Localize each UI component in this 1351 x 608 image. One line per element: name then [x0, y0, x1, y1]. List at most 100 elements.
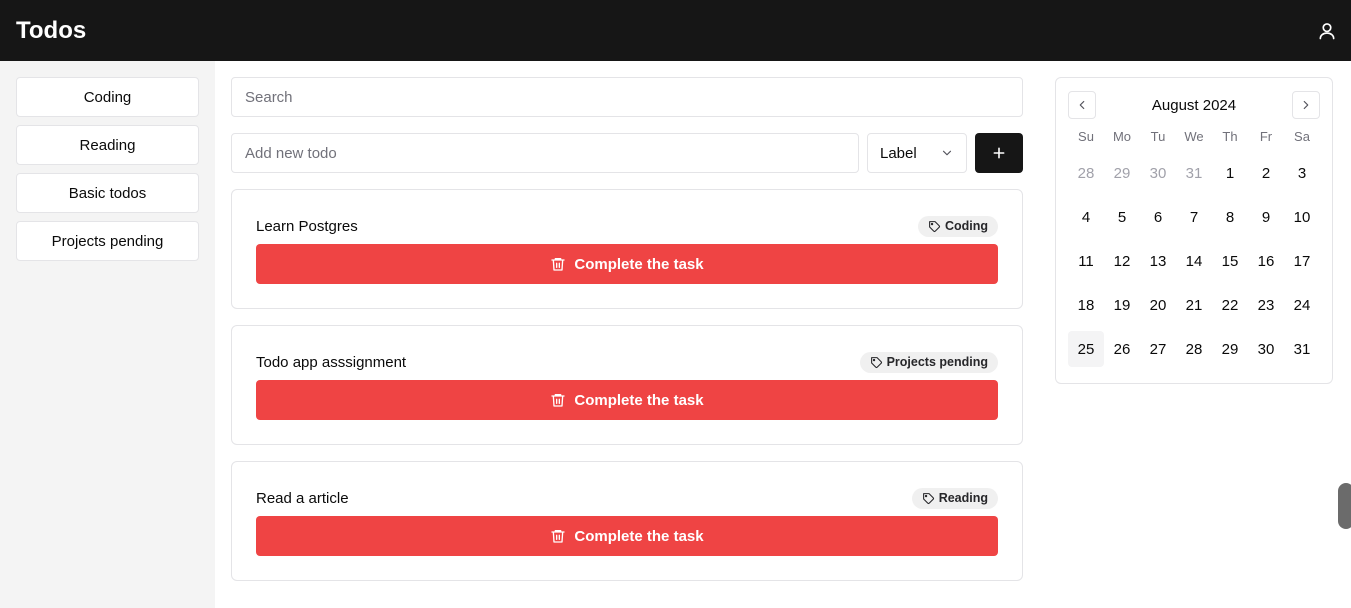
add-todo-row: Label [231, 133, 1023, 173]
chevron-left-icon [1079, 100, 1085, 110]
calendar-day[interactable]: 8 [1212, 199, 1248, 235]
calendar-day[interactable]: 17 [1284, 243, 1320, 279]
calendar-week: 18 19 20 21 22 23 24 [1068, 287, 1320, 331]
calendar-day[interactable]: 30 [1248, 331, 1284, 367]
todo-text: Todo app asssignment [256, 353, 407, 371]
calendar-day[interactable]: 6 [1140, 199, 1176, 235]
tag-icon [929, 220, 940, 232]
complete-task-label: Complete the task [574, 527, 704, 545]
calendar-day[interactable]: 23 [1248, 287, 1284, 323]
complete-task-button[interactable]: Complete the task [256, 516, 998, 556]
label-select[interactable]: Label [867, 133, 967, 173]
chevron-down-icon [942, 150, 952, 156]
chevron-right-icon [1303, 100, 1309, 110]
calendar-day[interactable]: 16 [1248, 243, 1284, 279]
complete-task-label: Complete the task [574, 255, 704, 273]
complete-task-button[interactable]: Complete the task [256, 380, 998, 420]
app-title: Todos [16, 16, 87, 44]
calendar-weekdays: Su Mo Tu We Th Fr Sa [1068, 127, 1320, 147]
sidebar-item-reading[interactable]: Reading [16, 125, 199, 165]
todo-tag: Reading [911, 487, 998, 509]
weekday-label: Tu [1150, 129, 1166, 144]
calendar-day[interactable]: 30 [1140, 155, 1176, 191]
calendar-day[interactable]: 29 [1104, 155, 1140, 191]
todo-card: Learn Postgres Coding Complete the task [231, 189, 1023, 309]
tag-icon [870, 356, 882, 368]
sidebar-item-label: Reading [79, 136, 136, 154]
calendar-day[interactable]: 25 [1068, 331, 1104, 367]
main-content: Label Learn Postgres Coding Complete the… [231, 77, 1023, 581]
todo-text: Learn Postgres [256, 217, 358, 235]
sidebar: Coding Reading Basic todos Projects pend… [0, 61, 215, 608]
app-header: Todos [0, 0, 1351, 61]
calendar-day[interactable]: 18 [1068, 287, 1104, 323]
calendar-day[interactable]: 10 [1284, 199, 1320, 235]
calendar-day[interactable]: 4 [1068, 199, 1104, 235]
trash-icon [551, 394, 566, 407]
todo-tag-label: Reading [938, 491, 988, 505]
sidebar-item-label: Coding [83, 88, 132, 106]
calendar-day[interactable]: 9 [1248, 199, 1284, 235]
sidebar-item-label: Basic todos [68, 184, 147, 202]
calendar-day[interactable]: 15 [1212, 243, 1248, 279]
calendar-week: 28 29 30 31 1 2 3 [1068, 155, 1320, 199]
weekday-label: We [1184, 129, 1204, 144]
todo-tag: Coding [917, 215, 998, 237]
weekday-label: Mo [1112, 129, 1132, 144]
calendar-day[interactable]: 27 [1140, 331, 1176, 367]
weekday-label: Su [1078, 129, 1094, 144]
calendar-day[interactable]: 2 [1248, 155, 1284, 191]
sidebar-item-projects-pending[interactable]: Projects pending [16, 221, 199, 261]
calendar-grid: 28 29 30 31 1 2 3 4 5 6 7 8 9 10 11 12 13 14 15 16 17 18 19 20 2… [1068, 155, 1320, 375]
sidebar-item-label: Projects pending [51, 232, 164, 250]
scrollbar-thumb[interactable] [1338, 483, 1351, 529]
calendar-day[interactable]: 1 [1212, 155, 1248, 191]
add-todo-input[interactable] [231, 133, 859, 173]
calendar: August 2024 Su Mo Tu We Th Fr Sa 28 29 30 3… [1055, 77, 1333, 384]
calendar-day[interactable]: 28 [1068, 155, 1104, 191]
weekday-label: Sa [1294, 129, 1310, 144]
user-icon[interactable] [1315, 19, 1339, 43]
calendar-day[interactable]: 26 [1104, 331, 1140, 367]
calendar-day[interactable]: 21 [1176, 287, 1212, 323]
label-select-value: Label [880, 144, 917, 162]
calendar-day[interactable]: 12 [1104, 243, 1140, 279]
plus-icon [993, 147, 1005, 159]
calendar-day[interactable]: 13 [1140, 243, 1176, 279]
trash-icon [551, 530, 566, 543]
todo-tag-label: Projects pending [886, 355, 988, 369]
calendar-week: 4 5 6 7 8 9 10 [1068, 199, 1320, 243]
complete-task-label: Complete the task [574, 391, 704, 409]
todo-tag-label: Coding [944, 219, 988, 233]
sidebar-item-coding[interactable]: Coding [16, 77, 199, 117]
calendar-day[interactable]: 11 [1068, 243, 1104, 279]
todo-card: Todo app asssignment Projects pending Co… [231, 325, 1023, 445]
calendar-day[interactable]: 3 [1284, 155, 1320, 191]
calendar-week: 25 26 27 28 29 30 31 [1068, 331, 1320, 375]
calendar-month: August 2024 [1151, 96, 1237, 114]
calendar-day[interactable]: 5 [1104, 199, 1140, 235]
calendar-day[interactable]: 19 [1104, 287, 1140, 323]
calendar-week: 11 12 13 14 15 16 17 [1068, 243, 1320, 287]
todo-text: Read a article [256, 489, 349, 507]
calendar-day[interactable]: 20 [1140, 287, 1176, 323]
calendar-day[interactable]: 31 [1176, 155, 1212, 191]
calendar-day[interactable]: 24 [1284, 287, 1320, 323]
calendar-day[interactable]: 7 [1176, 199, 1212, 235]
weekday-label: Fr [1259, 129, 1273, 144]
search-input[interactable] [231, 77, 1023, 117]
calendar-day[interactable]: 22 [1212, 287, 1248, 323]
complete-task-button[interactable]: Complete the task [256, 244, 998, 284]
calendar-next-button[interactable] [1292, 91, 1320, 119]
calendar-day[interactable]: 31 [1284, 331, 1320, 367]
trash-icon [551, 258, 566, 271]
calendar-prev-button[interactable] [1068, 91, 1096, 119]
weekday-label: Th [1222, 129, 1238, 144]
tag-icon [922, 492, 934, 504]
calendar-day[interactable]: 14 [1176, 243, 1212, 279]
todo-card: Read a article Reading Complete the task [231, 461, 1023, 581]
sidebar-item-basic-todos[interactable]: Basic todos [16, 173, 199, 213]
add-todo-button[interactable] [975, 133, 1023, 173]
calendar-day[interactable]: 28 [1176, 331, 1212, 367]
calendar-day[interactable]: 29 [1212, 331, 1248, 367]
